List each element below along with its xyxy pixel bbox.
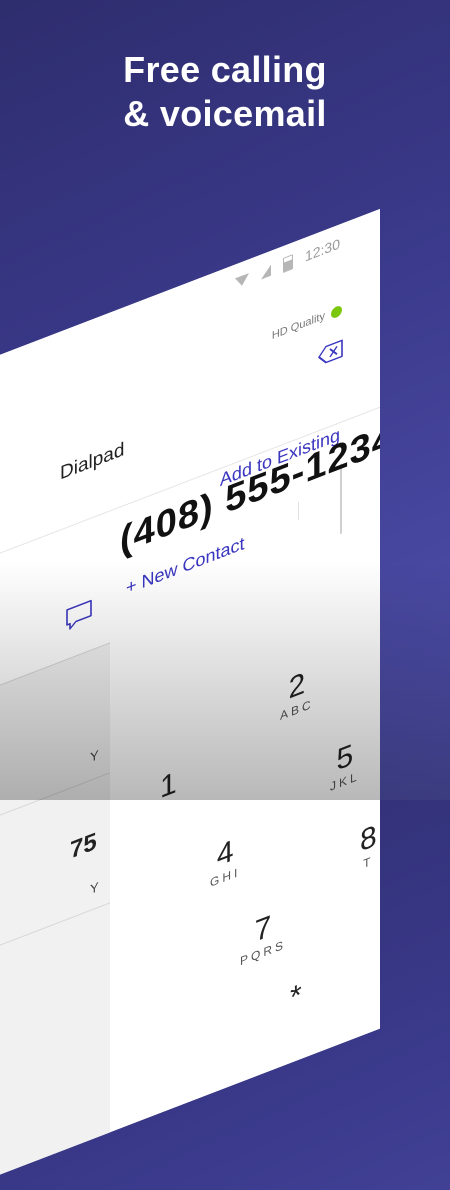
recent-calls-panel: Y Y 75 — [0, 642, 110, 1190]
panel-divider — [0, 902, 110, 961]
key-5[interactable]: 5 JKL — [330, 737, 360, 794]
hd-quality-label: HD Quality — [271, 309, 325, 343]
status-time: 12:30 — [304, 235, 340, 265]
status-bar: 12:30 — [234, 232, 340, 294]
signal-icon — [260, 264, 271, 279]
key-4[interactable]: 4 GHI — [210, 832, 240, 890]
key-2[interactable]: 2 ABC — [280, 664, 314, 723]
key-8[interactable]: 8 T — [360, 819, 377, 872]
promo-line-1: Free calling — [123, 49, 327, 90]
key-7[interactable]: 7 PQRS — [240, 905, 286, 968]
divider — [298, 501, 299, 521]
panel-text-fragment: Y — [90, 878, 99, 898]
battery-icon — [282, 253, 293, 273]
panel-text-fragment: Y — [90, 746, 99, 766]
chat-bubble-icon[interactable] — [64, 597, 94, 635]
wifi-icon — [234, 273, 249, 289]
hd-quality-indicator: HD Quality — [272, 303, 342, 342]
promo-headline: Free calling & voicemail — [0, 48, 450, 136]
key-star[interactable]: * — [290, 978, 302, 1015]
key-1[interactable]: 1 — [160, 766, 177, 805]
promo-line-2: & voicemail — [123, 93, 327, 134]
phone-screen: 12:30 HD Quality Dialpad Add to Existing… — [0, 208, 380, 1190]
panel-divider — [0, 642, 110, 701]
quality-dot-icon — [331, 303, 342, 320]
panel-divider — [0, 772, 110, 831]
panel-number-fragment: 75 — [70, 827, 97, 865]
dialer-screen: 12:30 HD Quality Dialpad Add to Existing… — [0, 208, 380, 1190]
